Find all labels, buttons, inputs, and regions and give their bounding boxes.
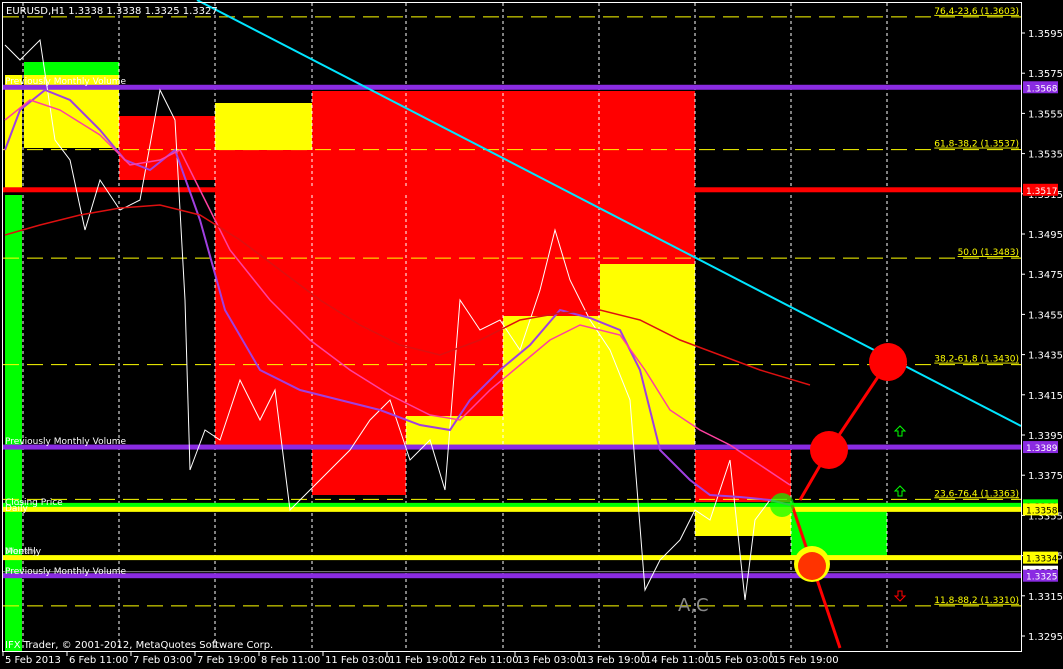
y-tick-label: 1.3295 <box>1028 632 1063 643</box>
y-tick-label: 1.3535 <box>1028 150 1063 161</box>
zone-red <box>312 91 406 495</box>
price-line[interactable] <box>3 573 1021 579</box>
projection-point <box>770 493 794 517</box>
line-label: Previously Monthly Volume <box>5 437 127 447</box>
up-arrow-icon <box>893 425 907 437</box>
fib-level-label: 76,4-23,6 (1.3603) <box>934 7 1019 17</box>
y-tick-label: 1.3415 <box>1028 391 1063 402</box>
y-tick-label: 1.3595 <box>1028 29 1063 40</box>
projection-point <box>798 552 826 580</box>
y-tick-label: 1.3455 <box>1028 310 1063 321</box>
x-tick-label: 13 Feb 03:00 <box>517 655 583 666</box>
line-label: Daily <box>5 504 28 514</box>
zone-yellow <box>5 75 22 190</box>
y-tick-label: 1.3375 <box>1028 471 1063 482</box>
down-arrow-icon <box>893 590 907 602</box>
price-chart[interactable]: 76,4-23,6 (1.3603) 61,8-38,2 (1.3537) 50.0… <box>0 0 1063 669</box>
open-price: 1.3338 <box>68 6 103 17</box>
low-price: 1.3325 <box>145 6 180 17</box>
zones <box>5 62 887 651</box>
line-label: Weekly <box>5 547 38 557</box>
high-price: 1.3338 <box>106 6 141 17</box>
up-arrow-icon <box>893 485 907 497</box>
price-line[interactable] <box>3 444 1021 450</box>
x-tick-label: 7 Feb 19:00 <box>197 655 256 666</box>
price-tag: 1.3334 <box>1023 551 1058 565</box>
zone-red <box>503 91 600 316</box>
price-tag: 1.3358 <box>1023 503 1058 516</box>
projection-line <box>798 361 890 501</box>
zone-yellow <box>503 316 600 445</box>
price-tag: 1.3568 <box>1023 81 1058 94</box>
y-tick-label: 1.3495 <box>1028 230 1063 241</box>
line-label: Previously Monthly Volume <box>5 77 127 87</box>
fib-level-label: 38,2-61,8 (1.3430) <box>934 355 1019 365</box>
price-line[interactable] <box>3 571 1021 573</box>
close-price: 1.3327 <box>183 6 218 17</box>
projection-point <box>810 431 848 469</box>
projection-point <box>869 343 907 381</box>
y-tick-label: 1.3575 <box>1028 69 1063 80</box>
fib-level-label: 23,6-76,4 (1.3363) <box>934 489 1019 499</box>
svg-text:EURUSD,H1 1.3338 1.3338 1.3325: EURUSD,H1 1.3338 1.3338 1.3325 1.3327 <box>6 6 218 17</box>
price-tag-label: 1.3334 <box>1026 555 1058 565</box>
price-line[interactable] <box>3 187 1021 193</box>
price-tag-label: 1.3517 <box>1026 187 1058 197</box>
x-tick-label: 5 Feb 2013 <box>5 655 61 666</box>
zone-green <box>5 195 22 651</box>
price-axis[interactable]: 1.35951.35751.35551.35351.35151.34951.34… <box>1021 29 1063 643</box>
price-line[interactable] <box>3 506 1021 512</box>
price-tag: 1.3517 <box>1023 183 1058 197</box>
y-tick-label: 1.3315 <box>1028 592 1063 603</box>
zone-yellow <box>215 103 312 150</box>
x-tick-label: 8 Feb 11:00 <box>261 655 320 666</box>
price-tag: 1.3389 <box>1023 441 1058 454</box>
zone-red <box>215 150 312 445</box>
line-label: Previously Monthly Volume <box>5 567 127 577</box>
zone-red <box>600 91 695 264</box>
price-line[interactable] <box>3 555 1021 561</box>
x-tick-label: 11 Feb 19:00 <box>389 655 455 666</box>
chart-header: EURUSD,H1 1.3338 1.3338 1.3325 1.3327 <box>6 6 218 17</box>
price-tag-label: 1.3389 <box>1026 444 1058 454</box>
x-tick-label: 13 Feb 19:00 <box>581 655 647 666</box>
x-tick-label: 12 Feb 11:00 <box>453 655 519 666</box>
x-tick-label: 14 Feb 11:00 <box>645 655 711 666</box>
watermark: A,C <box>678 595 709 616</box>
fib-level-label: 50.0 (1.3483) <box>958 248 1019 258</box>
x-tick-label: 7 Feb 03:00 <box>133 655 192 666</box>
y-tick-label: 1.3475 <box>1028 270 1063 281</box>
y-tick-label: 1.3555 <box>1028 109 1063 120</box>
price-tag: 1.3325 <box>1023 569 1058 583</box>
x-tick-label: 6 Feb 11:00 <box>69 655 128 666</box>
symbol: EURUSD,H1 <box>6 6 65 17</box>
price-tag-label: 1.3358 <box>1026 506 1058 516</box>
x-tick-label: 15 Feb 19:00 <box>773 655 839 666</box>
price-tag-label: 1.3568 <box>1026 84 1058 94</box>
fib-level-label: 61,8-38,2 (1.3537) <box>934 140 1019 150</box>
zone-red <box>119 116 215 180</box>
price-tag-label: 1.3325 <box>1026 573 1058 583</box>
price-line[interactable] <box>3 84 1021 90</box>
y-tick-label: 1.3395 <box>1028 431 1063 442</box>
copyright: IFX Trader, © 2001-2012, MetaQuotes Soft… <box>5 640 273 651</box>
fib-level-label: 11,8-88,2 (1.3310) <box>934 596 1019 606</box>
zone-yellow <box>406 416 503 445</box>
y-tick-label: 1.3435 <box>1028 351 1063 362</box>
x-tick-label: 11 Feb 03:00 <box>325 655 391 666</box>
x-tick-label: 15 Feb 03:00 <box>709 655 775 666</box>
time-axis[interactable]: 5 Feb 2013 6 Feb 11:00 7 Feb 03:00 7 Feb 19… <box>2 651 839 666</box>
